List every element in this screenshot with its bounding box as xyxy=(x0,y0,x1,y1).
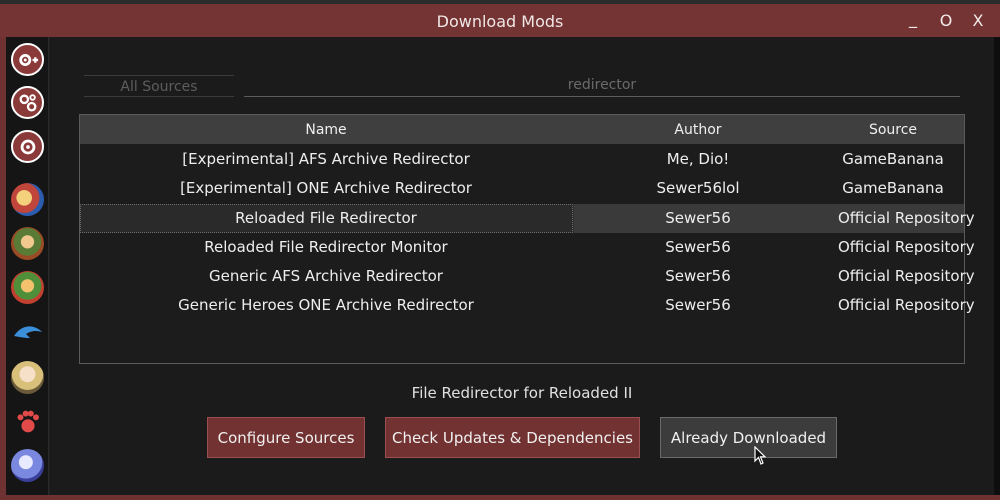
row-name: Reloaded File Redirector xyxy=(235,209,417,227)
gear-add-icon xyxy=(18,53,38,66)
row-source: GameBanana xyxy=(842,179,944,197)
gears-glyph xyxy=(19,93,36,111)
dolphin-glyph xyxy=(13,325,42,338)
table-row[interactable]: [Experimental] AFS Archive Redirector Me… xyxy=(80,145,964,174)
row-source: Official Repository xyxy=(838,267,975,285)
mod-description: File Redirector for Reloaded II xyxy=(411,384,633,402)
game-icon-2[interactable] xyxy=(11,227,44,260)
gears-icon[interactable] xyxy=(11,86,44,119)
row-source: Official Repository xyxy=(838,238,975,256)
character-icon[interactable] xyxy=(11,361,44,394)
source-filter-dropdown[interactable]: All Sources xyxy=(84,75,234,97)
column-header-source[interactable]: Source xyxy=(838,122,948,138)
check-updates-button[interactable]: Check Updates & Dependencies xyxy=(385,417,640,458)
row-author: Sewer56lol xyxy=(656,179,740,197)
table-row[interactable]: [Experimental] ONE Archive Redirector Se… xyxy=(80,174,964,203)
row-source: GameBanana xyxy=(842,150,944,168)
row-name: [Experimental] AFS Archive Redirector xyxy=(182,150,470,168)
row-name: Generic AFS Archive Redirector xyxy=(209,267,443,285)
mods-table: Name Author Source [Experimental] AFS Ar… xyxy=(79,114,975,364)
maximize-button[interactable]: O xyxy=(936,11,956,30)
dolphin-icon[interactable] xyxy=(11,315,44,348)
row-author: Sewer56 xyxy=(665,209,731,227)
row-name: Reloaded File Redirector Monitor xyxy=(204,238,448,256)
window-edge xyxy=(994,37,1000,495)
column-header-name[interactable]: Name xyxy=(80,122,572,138)
close-button[interactable]: X xyxy=(968,11,988,30)
row-author: Me, Dio! xyxy=(666,150,730,168)
row-name: [Experimental] ONE Archive Redirector xyxy=(180,179,472,197)
row-author: Sewer56 xyxy=(665,238,731,256)
paw-glyph xyxy=(17,410,39,432)
column-header-author[interactable]: Author xyxy=(598,122,798,138)
row-name: Generic Heroes ONE Archive Redirector xyxy=(178,296,474,314)
game-icon-1[interactable] xyxy=(11,183,44,216)
already-downloaded-button[interactable]: Already Downloaded xyxy=(660,417,837,458)
search-input[interactable]: redirector xyxy=(244,74,960,97)
add-application-gear-icon[interactable] xyxy=(11,43,44,76)
paw-icon[interactable] xyxy=(11,405,44,438)
gear-glyph xyxy=(20,139,35,154)
title-bar: Download Mods _ O X xyxy=(0,0,1000,37)
settings-gear-icon[interactable] xyxy=(11,130,44,163)
row-author: Sewer56 xyxy=(665,267,731,285)
table-row[interactable]: Generic Heroes ONE Archive Redirector Se… xyxy=(80,291,975,320)
configure-sources-button[interactable]: Configure Sources xyxy=(207,417,365,458)
table-header: Name Author Source xyxy=(80,115,964,144)
game-icon-3[interactable] xyxy=(11,271,44,304)
sidebar xyxy=(6,37,49,495)
row-source: Official Repository xyxy=(838,209,975,227)
window-title: Download Mods xyxy=(436,12,564,31)
minimize-button[interactable]: _ xyxy=(903,9,923,28)
table-row[interactable]: Generic AFS Archive Redirector Sewer56 O… xyxy=(80,262,975,291)
table-row[interactable]: Reloaded File Redirector Monitor Sewer56… xyxy=(80,233,975,262)
row-author: Sewer56 xyxy=(665,296,731,314)
row-source: Official Repository xyxy=(838,296,975,314)
mouse-cursor-icon xyxy=(754,446,766,465)
table-row-selected[interactable]: Reloaded File Redirector Sewer56 Officia… xyxy=(80,204,975,233)
window-frame-bottom xyxy=(0,495,1000,500)
crystal-icon[interactable] xyxy=(11,449,44,482)
